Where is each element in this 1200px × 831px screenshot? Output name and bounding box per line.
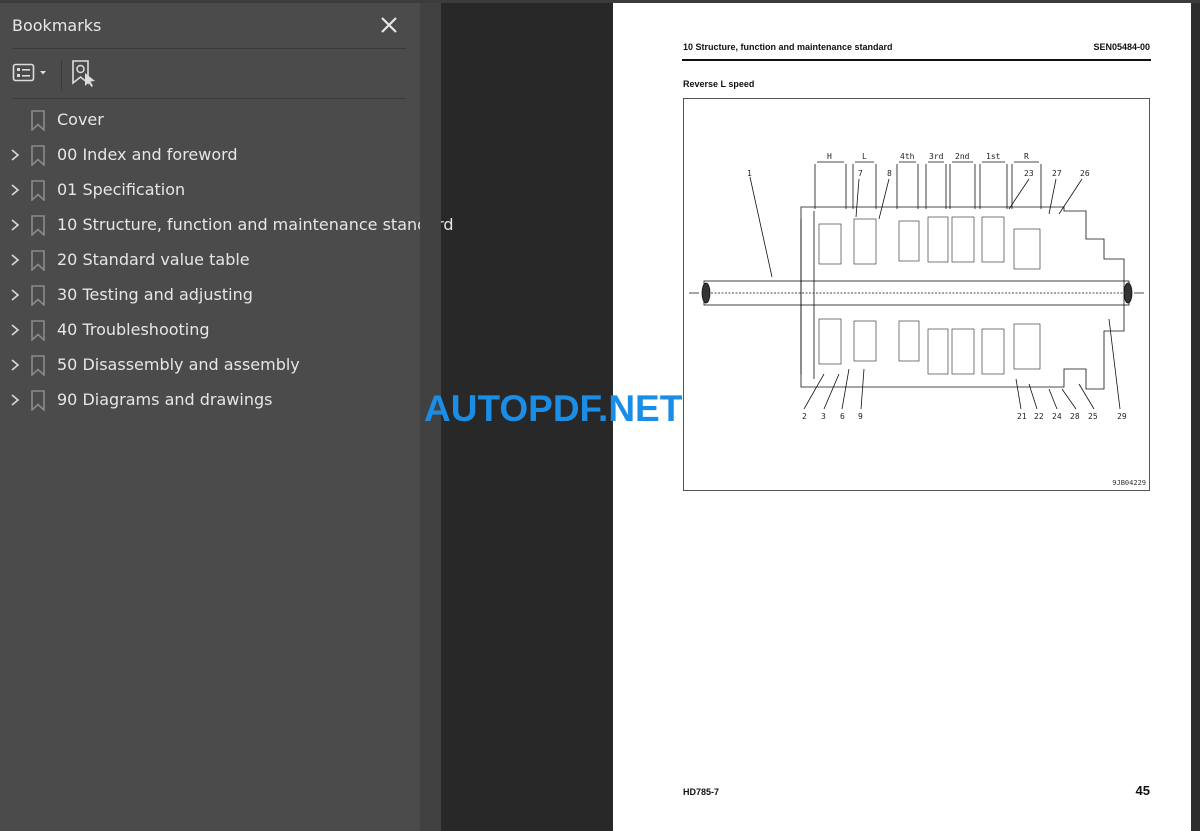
clutch-label-h: H [827, 152, 832, 161]
callout-1: 1 [747, 169, 752, 178]
chevron-down-icon [40, 71, 46, 75]
clutch-label-l: L [862, 152, 867, 161]
list-options-icon [12, 63, 35, 82]
bookmarks-panel: Bookmarks Cover 00 Index and foreword 01… [0, 3, 454, 831]
transmission-cross-section-drawing: H L 4th 3rd 2nd 1st R 1 7 8 23 27 26 2 3… [689, 152, 1144, 421]
clutch-label-2nd: 2nd [955, 152, 970, 161]
callout-27: 27 [1052, 169, 1062, 178]
header-rule [682, 59, 1151, 61]
transmission-diagram: H L 4th 3rd 2nd 1st R 1 7 8 23 27 26 2 3… [683, 98, 1150, 491]
bookmark-label: 00 Index and foreword [57, 145, 238, 164]
viewer-right-edge [1191, 3, 1200, 831]
callout-21: 21 [1017, 412, 1027, 421]
bookmark-label: 90 Diagrams and drawings [57, 390, 273, 409]
clutch-label-4th: 4th [900, 152, 915, 161]
bookmark-icon [31, 145, 45, 166]
bookmark-label: 20 Standard value table [57, 250, 250, 269]
page-number: 45 [1135, 783, 1150, 798]
chevron-right-icon [11, 359, 20, 371]
bottom-callouts: 2 3 6 9 21 22 24 28 25 29 [802, 412, 1127, 421]
header-divider [12, 48, 406, 49]
bookmark-icon [31, 390, 45, 411]
chevron-right-icon [11, 289, 20, 301]
bookmark-item-structure[interactable]: 10 Structure, function and maintenance s… [0, 208, 454, 243]
callout-7: 7 [858, 169, 863, 178]
close-icon[interactable] [378, 14, 400, 36]
callout-6: 6 [840, 412, 845, 421]
figure-code: 9JB04229 [1112, 479, 1146, 487]
bookmark-item-troubleshooting[interactable]: 40 Troubleshooting [0, 313, 420, 348]
chevron-right-icon [11, 254, 20, 266]
bookmark-label: Cover [57, 110, 104, 129]
bookmark-icon [31, 215, 45, 236]
callout-29: 29 [1117, 412, 1127, 421]
chevron-right-icon [11, 219, 20, 231]
watermark-text: AUTOPDF.NET [424, 388, 683, 429]
callout-26: 26 [1080, 169, 1090, 178]
section-title: Reverse L speed [683, 79, 755, 89]
callout-8: 8 [887, 169, 892, 178]
bookmark-label: 10 Structure, function and maintenance s… [57, 215, 454, 234]
bookmark-list: Cover 00 Index and foreword 01 Specifica… [0, 103, 454, 418]
clutch-label-1st: 1st [986, 152, 1001, 161]
bookmark-item-standard-values[interactable]: 20 Standard value table [0, 243, 420, 278]
clutch-label-r: R [1024, 152, 1029, 161]
callout-28: 28 [1070, 412, 1080, 421]
callout-24: 24 [1052, 412, 1062, 421]
panel-title: Bookmarks [12, 16, 102, 35]
bookmark-item-disassembly[interactable]: 50 Disassembly and assembly [0, 348, 420, 383]
toolbar-divider [12, 98, 406, 99]
chevron-right-icon [11, 324, 20, 336]
callout-9: 9 [858, 412, 863, 421]
callout-25: 25 [1088, 412, 1098, 421]
pdf-page: 10 Structure, function and maintenance s… [613, 3, 1191, 831]
bookmark-item-specification[interactable]: 01 Specification [0, 173, 420, 208]
clutch-labels: H L 4th 3rd 2nd 1st R [827, 152, 1029, 161]
options-menu-button[interactable] [12, 60, 52, 86]
callout-3: 3 [821, 412, 826, 421]
clutch-label-3rd: 3rd [929, 152, 944, 161]
page-header-section: 10 Structure, function and maintenance s… [683, 42, 893, 52]
find-current-bookmark-button[interactable] [70, 59, 98, 89]
chevron-right-icon [11, 149, 20, 161]
callout-23: 23 [1024, 169, 1034, 178]
callout-2: 2 [802, 412, 807, 421]
chevron-right-icon [11, 394, 20, 406]
bookmark-icon [31, 250, 45, 271]
bookmark-label: 50 Disassembly and assembly [57, 355, 300, 374]
bookmark-label: 40 Troubleshooting [57, 320, 210, 339]
page-header-doc-id: SEN05484-00 [1093, 42, 1150, 52]
bookmark-label: 01 Specification [57, 180, 186, 199]
bookmark-icon [31, 180, 45, 201]
bookmark-item-testing[interactable]: 30 Testing and adjusting [0, 278, 420, 313]
bookmark-item-cover[interactable]: Cover [0, 103, 420, 138]
bookmark-item-index[interactable]: 00 Index and foreword [0, 138, 420, 173]
chevron-right-icon [11, 184, 20, 196]
bookmark-icon [31, 110, 45, 131]
bookmark-icon [31, 285, 45, 306]
bookmark-icon [31, 320, 45, 341]
bookmark-item-diagrams[interactable]: 90 Diagrams and drawings [0, 383, 420, 418]
callout-22: 22 [1034, 412, 1044, 421]
bookmark-label: 30 Testing and adjusting [57, 285, 253, 304]
page-footer-model: HD785-7 [683, 787, 720, 797]
bookmark-icon [31, 355, 45, 376]
top-callouts: 1 7 8 23 27 26 [747, 169, 1090, 178]
toolbar-separator [61, 60, 62, 90]
find-current-bookmark-icon [72, 60, 95, 87]
